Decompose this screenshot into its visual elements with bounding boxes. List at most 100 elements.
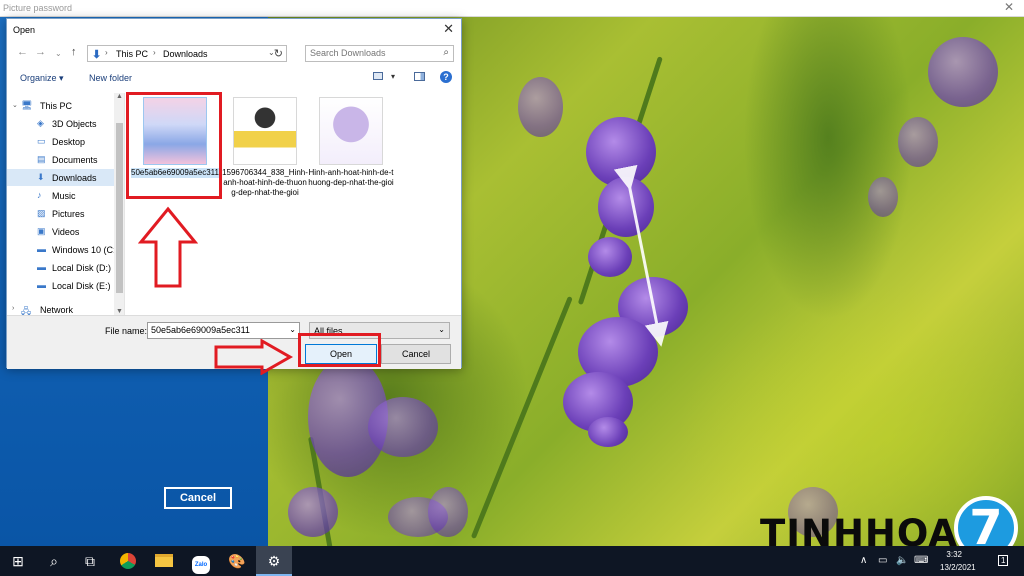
scroll-down-icon[interactable]: ▼ (116, 308, 123, 315)
navigation-scrollbar[interactable]: ▲ ▼ (114, 93, 124, 315)
tray-clock[interactable]: 3:32 (940, 549, 962, 561)
settings-icon[interactable]: ⚙ (256, 546, 292, 576)
view-options-dropdown-icon[interactable]: ▾ (391, 72, 395, 81)
nav-item-3d-objects[interactable]: ◈ 3D Objects (7, 115, 115, 132)
nav-item-label: Windows 10 (C:) (52, 245, 119, 255)
notification-count[interactable]: 1 (998, 555, 1009, 566)
search-input[interactable] (310, 48, 435, 58)
chevron-right-icon[interactable]: › (153, 48, 156, 57)
volume-icon[interactable]: 🔈 (896, 555, 908, 566)
file-name[interactable]: Hinh-anh-hoat-hinh-de-thuong-dep-nhat-th… (307, 168, 395, 188)
nav-item-label: Local Disk (D:) (52, 263, 112, 273)
open-dialog: Open ✕ ← → ⌄ ↑ ⬇ › This PC › Downloads ⌄… (6, 18, 462, 369)
nav-item-music[interactable]: ♪ Music (7, 187, 115, 204)
highlight-box-open-button (298, 333, 381, 367)
documents-icon: ▤ (37, 154, 46, 164)
file-name-combobox[interactable]: ⌄ (147, 322, 300, 339)
breadcrumb-downloads[interactable]: Downloads (163, 49, 208, 59)
nav-item-windows-10-c[interactable]: ▬ Windows 10 (C:) (7, 241, 119, 258)
new-folder-button[interactable]: New folder (89, 73, 132, 83)
nav-item-label: Music (52, 191, 76, 201)
refresh-icon[interactable]: ↻ (274, 47, 283, 60)
chrome-icon[interactable] (110, 546, 146, 576)
nav-item-local-disk-e[interactable]: ▬ Local Disk (E:) (7, 277, 115, 294)
preview-pane-icon[interactable] (414, 72, 425, 81)
chevron-up-icon[interactable]: ∧ (860, 555, 867, 566)
downloads-folder-icon: ⬇ (92, 49, 102, 61)
downloads-icon: ⬇ (37, 172, 45, 182)
up-arrow-icon[interactable]: ↑ (71, 46, 77, 58)
pictures-icon: ▨ (37, 208, 46, 218)
nav-item-documents[interactable]: ▤ Documents (7, 151, 115, 168)
task-view-icon[interactable]: ⧉ (72, 546, 108, 576)
command-bar: Organize ▾ New folder ▾ ? (7, 68, 461, 90)
nav-item-label: 3D Objects (52, 119, 97, 129)
window-close-icon[interactable]: ✕ (1004, 0, 1014, 14)
address-bar[interactable]: ⬇ › This PC › Downloads ⌄ ↻ (87, 45, 287, 62)
paint-icon[interactable]: 🎨 (219, 546, 255, 576)
scroll-up-icon[interactable]: ▲ (116, 93, 123, 100)
taskbar: ⊞ ⌕ ⧉ Zalo 🎨 ⚙ ∧ ▭ 🔈 ⌨ 3:32 13/2/2021 1 (0, 546, 1024, 576)
nav-item-desktop[interactable]: ▭ Desktop (7, 133, 115, 150)
file-thumbnail[interactable] (233, 97, 297, 165)
navigation-pane: ⌄ 🖥 This PC ◈ 3D Objects ▭ Desktop ▤ Documents ⬇ D… (7, 93, 125, 315)
annotation-up-arrow-icon (138, 206, 198, 288)
dialog-title: Open (13, 25, 36, 35)
file-thumbnail[interactable] (319, 97, 383, 165)
navigation-bar: ← → ⌄ ↑ ⬇ › This PC › Downloads ⌄ ↻ ⌕ (7, 44, 461, 64)
chevron-right-icon[interactable]: › (105, 48, 108, 57)
chevron-down-icon[interactable]: ⌄ (12, 101, 18, 109)
organize-button[interactable]: Organize ▾ (20, 73, 64, 84)
network-icon: 🖧 (21, 306, 32, 315)
breadcrumb-this-pc[interactable]: This PC (116, 49, 148, 59)
file-name-input[interactable] (151, 325, 281, 335)
file-name[interactable]: 1596706344_838_Hinh-anh-hoat-hinh-de-thu… (221, 168, 309, 198)
nav-item-videos[interactable]: ▣ Videos (7, 223, 115, 240)
pc-icon: 🖥 (21, 100, 33, 110)
nav-item-label: Videos (52, 227, 80, 237)
nav-item-network[interactable]: › 🖧 Network (7, 301, 115, 315)
highlight-box-selected-file (126, 92, 222, 199)
picture-password-titlebar: Picture password ✕ (0, 0, 1024, 17)
drive-icon: ▬ (37, 280, 46, 290)
file-item[interactable]: 1596706344_838_Hinh-anh-hoat-hinh-de-thu… (221, 95, 309, 198)
dialog-close-icon[interactable]: ✕ (443, 21, 454, 37)
search-icon: ⌕ (443, 47, 449, 58)
nav-item-downloads[interactable]: ⬇ Downloads (7, 169, 115, 186)
start-icon[interactable]: ⊞ (0, 546, 36, 576)
nav-item-label: Documents (52, 155, 98, 165)
cancel-button[interactable]: Cancel (381, 344, 451, 364)
zalo-icon[interactable]: Zalo (183, 546, 219, 576)
nav-item-label: Local Disk (E:) (52, 281, 111, 291)
file-name-label: File name: (105, 326, 148, 336)
scrollbar-thumb[interactable] (116, 123, 123, 293)
desktop-icon: ▭ (37, 136, 46, 146)
nav-item-local-disk-d[interactable]: ▬ Local Disk (D:) (7, 259, 115, 276)
3d-objects-icon: ◈ (37, 118, 44, 128)
nav-item-label: Network (40, 305, 74, 315)
nav-item-pictures[interactable]: ▨ Pictures (7, 205, 115, 222)
back-arrow-icon[interactable]: ← (17, 46, 28, 58)
drive-icon: ▬ (37, 262, 46, 272)
picture-password-cancel-button[interactable]: Cancel (164, 487, 232, 509)
file-item[interactable]: Hinh-anh-hoat-hinh-de-thuong-dep-nhat-th… (307, 95, 395, 188)
search-box[interactable]: ⌕ (305, 45, 454, 62)
chevron-down-icon[interactable]: ⌄ (438, 325, 445, 334)
network-tray-icon[interactable]: ▭ (878, 555, 887, 566)
file-explorer-icon[interactable] (146, 546, 182, 576)
search-icon[interactable]: ⌕ (36, 546, 72, 576)
forward-arrow-icon[interactable]: → (35, 46, 46, 58)
window-title: Picture password (3, 3, 73, 13)
recent-dropdown-icon[interactable]: ⌄ (55, 49, 62, 58)
nav-item-label: Desktop (52, 137, 86, 147)
change-view-icon[interactable] (373, 72, 383, 80)
chevron-right-icon[interactable]: › (12, 305, 14, 312)
help-icon[interactable]: ? (440, 71, 452, 83)
chevron-down-icon[interactable]: ⌄ (289, 325, 296, 334)
music-icon: ♪ (37, 190, 42, 200)
keyboard-icon[interactable]: ⌨ (914, 555, 928, 566)
tray-date[interactable]: 13/2/2021 (940, 563, 976, 572)
videos-icon: ▣ (37, 226, 46, 236)
nav-item-this-pc[interactable]: ⌄ 🖥 This PC (7, 97, 115, 114)
nav-item-label: This PC (40, 101, 73, 111)
